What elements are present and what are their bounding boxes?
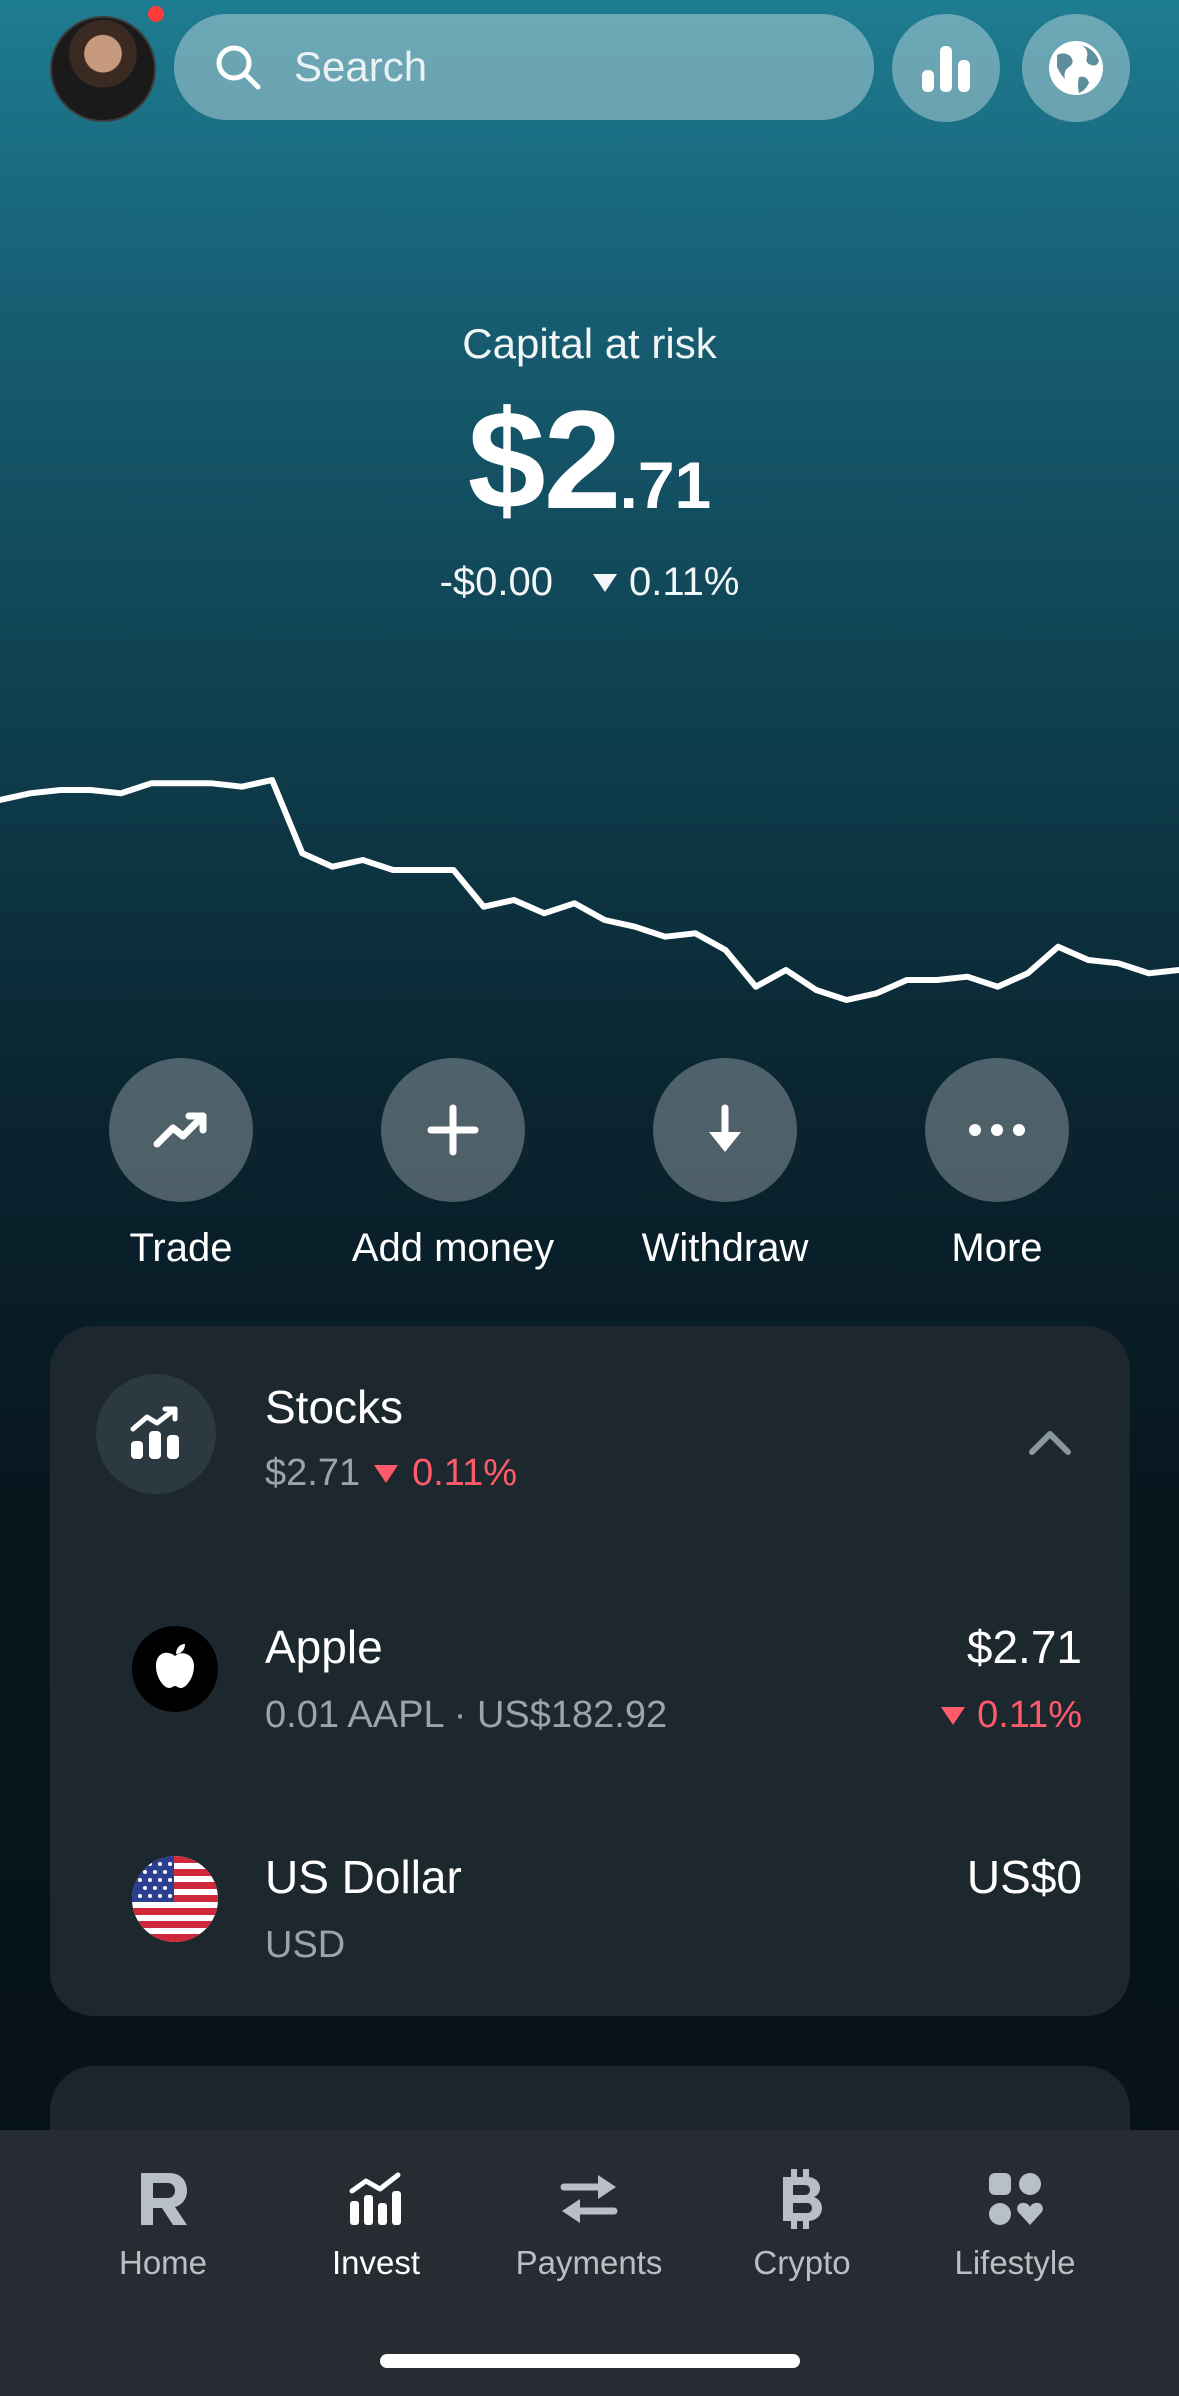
down-triangle-icon xyxy=(941,1706,966,1725)
top-bar: Search xyxy=(0,0,1179,140)
stocks-title: Stocks xyxy=(265,1381,404,1433)
holding-value: $2.71 xyxy=(966,1621,1082,1673)
add-money-label: Add money xyxy=(351,1226,555,1270)
holding-detail: USD xyxy=(265,1924,346,1966)
stocks-change: 0.11% xyxy=(412,1452,518,1494)
us-flag-icon xyxy=(132,1856,218,1942)
stocks-icon-wrap xyxy=(96,1374,216,1494)
tab-label: Home xyxy=(118,2244,208,2281)
balance-change-abs: -$0.00 xyxy=(439,560,553,604)
more-label: More xyxy=(951,1226,1043,1270)
tab-lifestyle[interactable]: Lifestyle xyxy=(915,2164,1115,2282)
tab-label: Lifestyle xyxy=(954,2244,1076,2281)
search-bar[interactable]: Search xyxy=(174,14,874,120)
withdraw-label: Withdraw xyxy=(641,1226,809,1270)
tab-invest[interactable]: Invest xyxy=(276,2164,476,2282)
trade-button[interactable]: Trade xyxy=(51,1058,311,1271)
withdraw-circle[interactable] xyxy=(653,1058,797,1202)
holding-change: 0.11% xyxy=(941,1694,1082,1737)
bar-chart-icon xyxy=(922,46,970,92)
balance-change-pct: 0.11% xyxy=(628,560,740,604)
more-circle[interactable] xyxy=(925,1058,1069,1202)
home-indicator[interactable] xyxy=(380,2354,800,2368)
search-icon xyxy=(216,45,261,90)
more-button[interactable]: More xyxy=(867,1058,1127,1271)
arrow-down-icon xyxy=(709,1104,741,1152)
down-triangle-icon xyxy=(592,573,617,592)
capital-at-risk-label: Capital at risk xyxy=(462,320,717,367)
avatar[interactable] xyxy=(50,16,156,122)
invest-chart-icon xyxy=(341,2164,411,2234)
quick-actions: Trade Add money Withdraw More xyxy=(0,1058,1179,1288)
revolut-r-icon xyxy=(128,2164,198,2234)
balance-change: -$0.00 0.11% xyxy=(0,560,1179,605)
tab-home[interactable]: Home xyxy=(63,2164,263,2282)
trade-circle[interactable] xyxy=(109,1058,253,1202)
more-dots-icon xyxy=(969,1124,1025,1136)
stocks-bars-icon xyxy=(130,1406,179,1459)
holding-row-apple[interactable]: Apple 0.01 AAPL · US$182.92 $2.71 0.11% xyxy=(50,1606,1130,1776)
holding-value: US$0 xyxy=(966,1851,1082,1903)
stocks-summary: $2.71 0.11% xyxy=(265,1452,517,1495)
holding-detail: 0.01 AAPL · US$182.92 xyxy=(265,1694,668,1736)
apple-logo-icon xyxy=(132,1626,218,1712)
search-placeholder: Search xyxy=(294,43,428,90)
down-triangle-icon xyxy=(374,1464,399,1483)
balance-cents: .71 xyxy=(619,448,712,522)
holding-change-pct: 0.11% xyxy=(977,1694,1082,1736)
plus-icon xyxy=(427,1104,479,1156)
performance-chart[interactable] xyxy=(0,760,1179,1020)
tab-label: Crypto xyxy=(753,2244,851,2281)
tab-payments[interactable]: Payments xyxy=(489,2164,689,2282)
balance-summary: Capital at risk $2.71 -$0.00 0.11% xyxy=(0,320,1179,605)
add-money-button[interactable]: Add money xyxy=(323,1058,583,1271)
balance-whole: $2 xyxy=(467,381,622,538)
balance-amount: $2.71 xyxy=(0,390,1179,530)
trend-up-icon xyxy=(153,1112,207,1148)
stocks-card: Stocks $2.71 0.11% Apple 0.01 AAPL · US$… xyxy=(50,1326,1130,2016)
stocks-header[interactable]: Stocks $2.71 0.11% xyxy=(50,1326,1130,1526)
analytics-button[interactable] xyxy=(892,14,1000,122)
tab-label: Payments xyxy=(515,2244,663,2281)
tab-label: Invest xyxy=(331,2244,421,2281)
bitcoin-icon xyxy=(767,2164,837,2234)
globe-icon xyxy=(1049,41,1103,95)
add-money-circle[interactable] xyxy=(381,1058,525,1202)
transfer-arrows-icon xyxy=(554,2164,624,2234)
region-button[interactable] xyxy=(1022,14,1130,122)
stocks-value: $2.71 xyxy=(265,1452,361,1494)
holding-name: Apple xyxy=(265,1621,383,1673)
trade-label: Trade xyxy=(129,1226,233,1270)
series-line xyxy=(0,777,1179,1003)
lifestyle-grid-icon xyxy=(980,2164,1050,2234)
notification-dot xyxy=(148,6,164,22)
holding-name: US Dollar xyxy=(265,1851,462,1903)
tab-crypto[interactable]: Crypto xyxy=(702,2164,902,2282)
invest-screen: Search Capital at risk $2.71 -$0.00 0.11… xyxy=(0,0,1179,2396)
withdraw-button[interactable]: Withdraw xyxy=(595,1058,855,1271)
chevron-up-icon[interactable] xyxy=(1026,1426,1074,1456)
holding-row-usd[interactable]: US Dollar USD US$0 xyxy=(50,1836,1130,2006)
